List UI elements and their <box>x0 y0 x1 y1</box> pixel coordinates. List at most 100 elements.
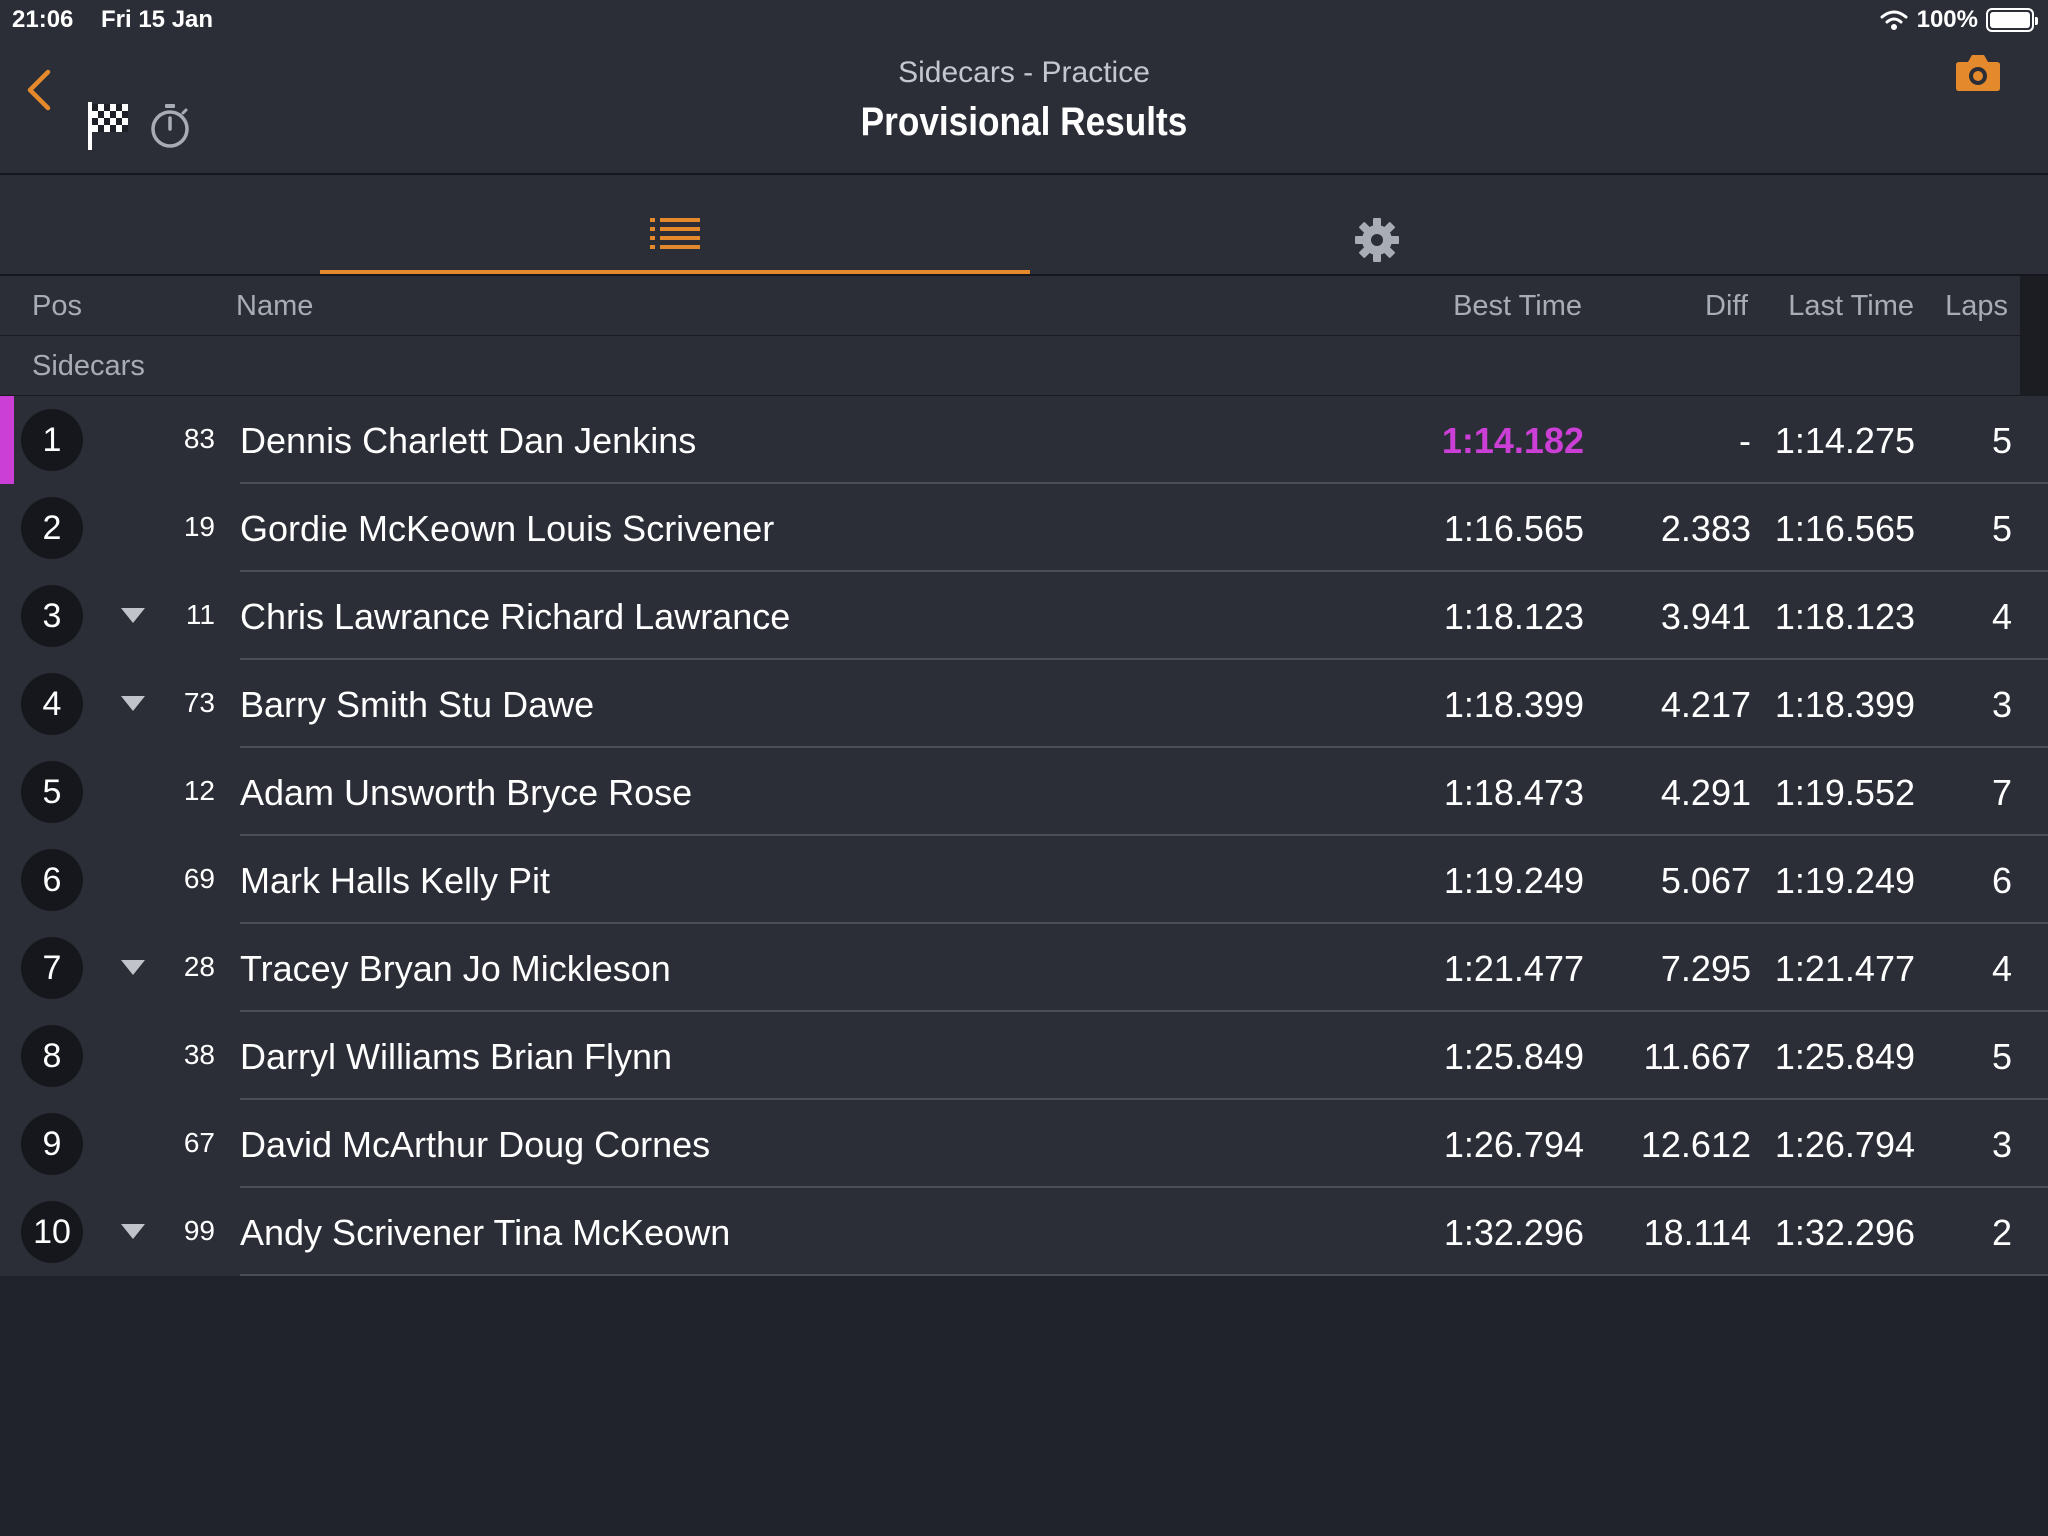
fastest-lap-marker <box>0 396 14 484</box>
driver-names: Dennis Charlett Dan Jenkins <box>240 420 697 461</box>
gap-diff: 7.295 <box>1660 948 1751 989</box>
gap-diff: 3.941 <box>1660 596 1751 637</box>
status-right: 100% <box>1879 6 2038 34</box>
app-root: 21:06 Fri 15 Jan 100% Sidecars - Practic… <box>0 0 2048 1536</box>
car-number: 73 <box>183 687 215 718</box>
scroll-indicator <box>2020 276 2048 396</box>
gap-diff: 4.291 <box>1660 772 1751 813</box>
best-time: 1:19.249 <box>1443 860 1584 901</box>
best-time: 1:18.399 <box>1443 684 1584 725</box>
position-badge: 9 <box>21 1113 83 1175</box>
battery-percent: 100% <box>1916 6 1978 33</box>
lap-count: 5 <box>1991 420 2012 461</box>
car-number: 99 <box>183 1215 215 1246</box>
last-time: 1:19.552 <box>1774 772 1915 813</box>
session-subtitle: Sidecars - Practice <box>898 56 1150 89</box>
position-down-icon <box>121 960 145 975</box>
col-laps: Laps <box>1945 290 2008 322</box>
col-best-time: Best Time <box>1453 290 1582 322</box>
tab-bar <box>0 175 2048 276</box>
result-row[interactable]: 9 67 David McArthur Doug Cornes 1:26.794 12.… <box>0 1100 2048 1188</box>
best-time: 1:14.182 <box>1441 420 1584 461</box>
battery-icon <box>1986 8 2038 32</box>
position-down-icon <box>121 1224 145 1239</box>
result-row[interactable]: 2 19 Gordie McKeown Louis Scrivener 1:16.56… <box>0 484 2048 572</box>
last-time: 1:25.849 <box>1774 1036 1915 1077</box>
position-badge: 8 <box>21 1025 83 1087</box>
result-row[interactable]: 3 11 Chris Lawrance Richard Lawrance 1:18.1… <box>0 572 2048 660</box>
car-number: 83 <box>183 423 215 454</box>
position-badge: 4 <box>21 673 83 735</box>
row-divider <box>240 1274 2048 1276</box>
lap-count: 3 <box>1991 1124 2012 1165</box>
table-header: Pos Name Best Time Diff Last Time Laps <box>0 276 2020 336</box>
position-badge: 6 <box>21 849 83 911</box>
last-time: 1:14.275 <box>1774 420 1915 461</box>
lap-count: 4 <box>1991 948 2012 989</box>
position-badge: 5 <box>21 761 83 823</box>
list-icon <box>650 218 700 249</box>
driver-names: Tracey Bryan Jo Mickleson <box>240 948 671 989</box>
last-time: 1:21.477 <box>1774 948 1915 989</box>
last-time: 1:32.296 <box>1774 1212 1915 1253</box>
result-row[interactable]: 10 99 Andy Scrivener Tina McKeown 1:32.296 1… <box>0 1188 2048 1276</box>
car-number: 19 <box>183 511 215 542</box>
lap-count: 5 <box>1991 508 2012 549</box>
gap-diff: 18.114 <box>1643 1212 1751 1253</box>
result-row[interactable]: 8 38 Darryl Williams Brian Flynn 1:25.849 11… <box>0 1012 2048 1100</box>
car-number: 11 <box>185 599 215 630</box>
car-number: 28 <box>183 951 215 982</box>
position-badge: 10 <box>21 1201 83 1263</box>
best-time: 1:25.849 <box>1443 1036 1584 1077</box>
lap-count: 4 <box>1991 596 2012 637</box>
best-time: 1:21.477 <box>1443 948 1584 989</box>
best-time: 1:18.473 <box>1443 772 1584 813</box>
results-list: 1 83 Dennis Charlett Dan Jenkins 1:14.182-1… <box>0 396 2048 1276</box>
tab-settings[interactable] <box>1030 175 1723 274</box>
car-number: 67 <box>183 1127 215 1158</box>
result-row[interactable]: 7 28 Tracey Bryan Jo Mickleson 1:21.477 7.29… <box>0 924 2048 1012</box>
driver-names: Darryl Williams Brian Flynn <box>240 1036 673 1077</box>
gap-diff: 4.217 <box>1660 684 1751 725</box>
gap-diff: - <box>1739 420 1751 461</box>
position-badge: 2 <box>21 497 83 559</box>
best-time: 1:32.296 <box>1443 1212 1584 1253</box>
driver-names: Andy Scrivener Tina McKeown <box>240 1212 731 1253</box>
class-group-header: Sidecars <box>0 336 2020 396</box>
camera-button[interactable] <box>1952 50 2004 100</box>
gap-diff: 2.383 <box>1660 508 1751 549</box>
col-last-time: Last Time <box>1788 290 1914 322</box>
driver-names: Barry Smith Stu Dawe <box>240 684 595 725</box>
driver-names: Adam Unsworth Bryce Rose <box>240 772 693 813</box>
position-badge: 1 <box>21 409 83 471</box>
gap-diff: 12.612 <box>1640 1124 1751 1165</box>
lap-count: 5 <box>1991 1036 2012 1077</box>
class-group-label: Sidecars <box>32 350 145 382</box>
col-diff: Diff <box>1705 290 1748 322</box>
result-row[interactable]: 6 69 Mark Halls Kelly Pit 1:19.249 5.067 1:19… <box>0 836 2048 924</box>
driver-names: Gordie McKeown Louis Scrivener <box>240 508 775 549</box>
last-time: 1:18.123 <box>1774 596 1915 637</box>
lap-count: 2 <box>1991 1212 2012 1253</box>
car-number: 12 <box>183 775 215 806</box>
header: Sidecars - Practice Provisional Results <box>0 40 2048 175</box>
best-time: 1:26.794 <box>1443 1124 1584 1165</box>
last-time: 1:16.565 <box>1774 508 1915 549</box>
tab-results-list[interactable] <box>320 175 1030 274</box>
position-badge: 7 <box>21 937 83 999</box>
status-time: 21:06 <box>12 6 74 33</box>
gap-diff: 5.067 <box>1660 860 1751 901</box>
result-row[interactable]: 5 12 Adam Unsworth Bryce Rose 1:18.473 4.291… <box>0 748 2048 836</box>
col-pos: Pos <box>32 290 82 322</box>
result-row[interactable]: 4 73 Barry Smith Stu Dawe 1:18.399 4.217 1:18… <box>0 660 2048 748</box>
car-number: 69 <box>183 863 215 894</box>
battery-cap <box>2035 17 2038 25</box>
last-time: 1:19.249 <box>1774 860 1915 901</box>
gap-diff: 11.667 <box>1643 1036 1751 1077</box>
camera-icon <box>1956 55 2000 91</box>
result-row[interactable]: 1 83 Dennis Charlett Dan Jenkins 1:14.182 -1… <box>0 396 2048 484</box>
driver-names: Mark Halls Kelly Pit <box>240 860 551 901</box>
last-time: 1:18.399 <box>1774 684 1915 725</box>
driver-names: David McArthur Doug Cornes <box>240 1124 711 1165</box>
lap-count: 3 <box>1991 684 2012 725</box>
